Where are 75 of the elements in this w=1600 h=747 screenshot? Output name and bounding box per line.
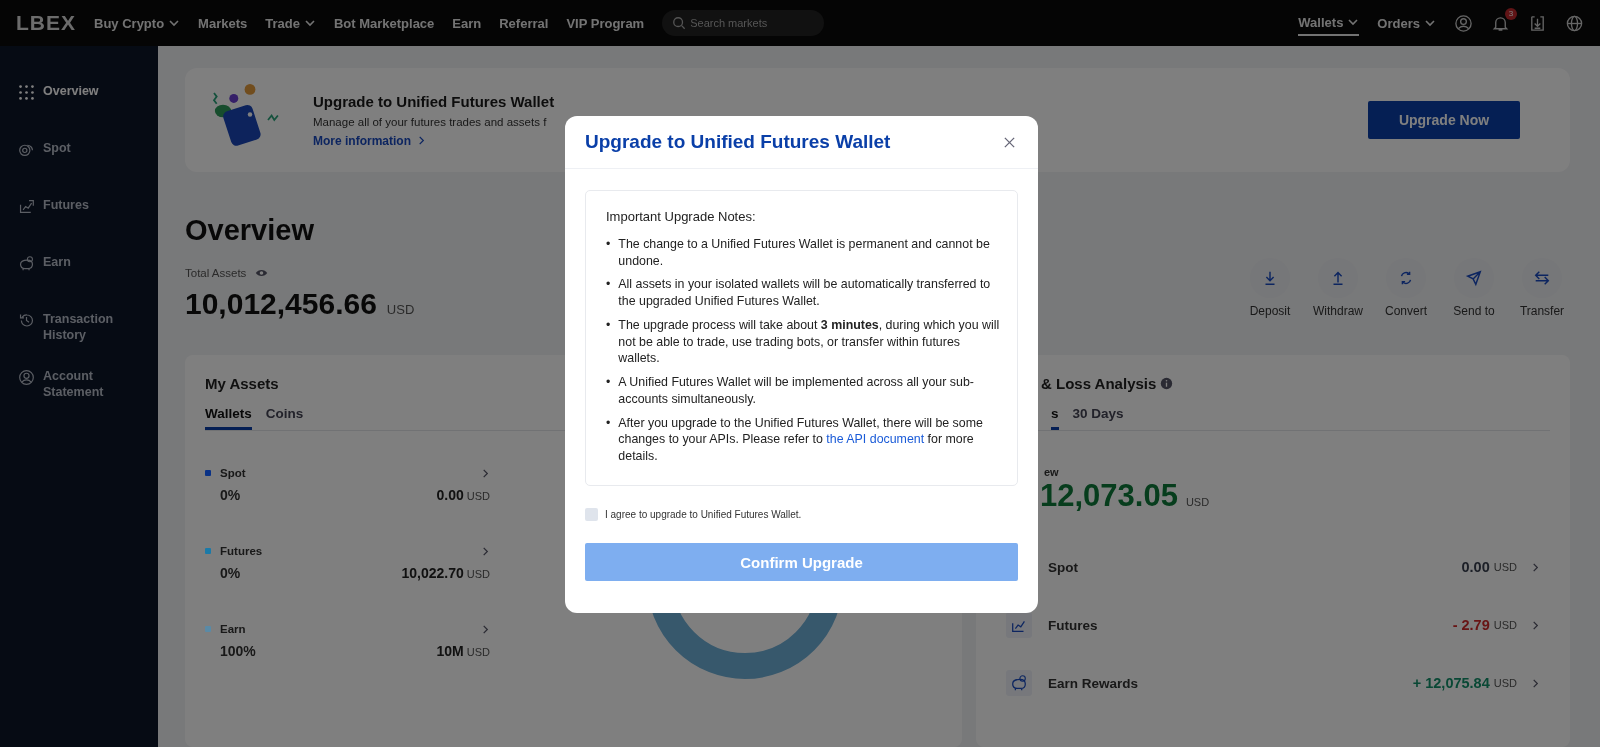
sidebar-item[interactable]: Futures <box>0 198 158 255</box>
category-name: Earn Rewards <box>1048 675 1140 691</box>
category-name: Futures <box>1048 617 1099 633</box>
note-item: The upgrade process will take about 3 minutes, during which you will not be able to trade, use trading bots, or transfer within futures wallets. <box>618 316 1001 368</box>
wallet-amount: 0.00 <box>436 487 464 503</box>
pnl-value: + 12,075.84 <box>1412 675 1490 691</box>
sidebar-item[interactable]: Transaction History <box>0 312 158 369</box>
action-button[interactable]: Transfer <box>1514 258 1570 318</box>
tab[interactable]: s <box>1051 406 1059 430</box>
currency-label: USD <box>466 490 490 502</box>
agree-label: I agree to upgrade to Unified Futures Wallet. <box>605 509 802 520</box>
tab[interactable]: 30 Days <box>1072 406 1124 430</box>
bullet: • <box>606 374 611 392</box>
tab[interactable]: Coins <box>265 406 304 430</box>
wallet-name: Spot <box>220 467 247 479</box>
search-field[interactable]: Search markets <box>662 10 825 36</box>
action-button[interactable]: Send to <box>1446 258 1502 318</box>
pnl-label: ew <box>1044 466 1059 478</box>
banner-description: Manage all of your futures trades and assets f <box>313 115 548 128</box>
action-button[interactable]: Deposit <box>1242 258 1298 318</box>
wallet-name: Earn <box>220 623 247 635</box>
notification-badge: 3 <box>1505 7 1517 20</box>
nav-link[interactable]: Buy Crypto <box>94 11 181 35</box>
wallet-name: Futures <box>220 545 264 557</box>
upgrade-now-button[interactable]: Upgrade Now <box>1368 101 1520 139</box>
bullet: • <box>606 236 611 253</box>
nav-link[interactable]: Referral <box>499 11 549 35</box>
card-title: & Loss Analysis <box>1041 375 1157 392</box>
nav-menu[interactable]: Orders <box>1377 11 1436 35</box>
wallet-percent: 0% <box>220 487 242 503</box>
card-title: My Assets <box>205 375 279 392</box>
banner-title: Upgrade to Unified Futures Wallet <box>313 92 556 110</box>
tab[interactable]: Wallets <box>205 406 252 430</box>
note-item: All assets in your isolated wallets will be automatically transferred to the upgraded Unified Futures Wallet. <box>618 276 992 310</box>
currency-label: USD <box>466 568 490 580</box>
total-assets-label: Total Assets <box>185 267 247 279</box>
sidebar-item[interactable]: Earn <box>0 255 158 312</box>
sidebar-item[interactable]: Overview <box>0 84 158 141</box>
logo[interactable]: LBEX <box>16 11 76 35</box>
note-item: A Unified Futures Wallet will be implemented across all your sub-accounts simultaneously. <box>618 374 975 408</box>
currency-label: USD <box>1493 561 1517 573</box>
bullet: • <box>606 276 611 294</box>
nav-link[interactable]: Trade <box>265 11 316 35</box>
total-assets-value: 10,012,456.66 <box>185 287 377 321</box>
pnl-value: 0.00 <box>1461 559 1490 575</box>
currency-label: USD <box>466 646 490 658</box>
more-information-link[interactable]: More information <box>313 133 411 148</box>
nav-link[interactable]: Markets <box>198 11 248 35</box>
nav-menu[interactable]: Wallets <box>1298 10 1360 36</box>
currency-label: USD <box>1493 677 1517 689</box>
wallet-percent: 0% <box>220 565 242 581</box>
dialog-title: Upgrade to Unified Futures Wallet <box>585 131 891 153</box>
nav-link[interactable]: Bot Marketplace <box>333 11 435 35</box>
pnl-value: - 2.79 <box>1452 617 1490 633</box>
wallet-amount: 10,022.70 <box>401 565 464 581</box>
nav-link[interactable]: VIP Program <box>566 11 645 35</box>
bullet: • <box>606 316 611 334</box>
page-title: Overview <box>185 214 315 247</box>
notes-title: Important Upgrade Notes: <box>606 209 757 224</box>
action-button[interactable]: Withdraw <box>1310 258 1366 318</box>
note-item: After you upgrade to the Unified Futures Wallet, there will be some changes to your APIs. Please refer to the API document for more details. <box>618 414 984 465</box>
currency-label: USD <box>1493 619 1517 631</box>
api-document-link[interactable]: the API document <box>826 432 925 447</box>
action-button[interactable]: Convert <box>1378 258 1434 318</box>
sidebar-item[interactable]: Spot <box>0 141 158 198</box>
currency-label: USD <box>1185 496 1210 508</box>
pnl-total: 12,073.05 <box>1040 478 1178 514</box>
currency-label: USD <box>386 302 415 317</box>
category-name: Spot <box>1048 559 1079 575</box>
note-item: The change to a Unified Futures Wallet is permanent and cannot be undone. <box>618 236 991 270</box>
bullet: • <box>606 414 611 432</box>
wallet-amount: 10M <box>436 643 464 659</box>
sidebar-item[interactable]: Account Statement <box>0 369 158 426</box>
wallet-percent: 100% <box>220 643 257 659</box>
nav-link[interactable]: Earn <box>452 11 482 35</box>
